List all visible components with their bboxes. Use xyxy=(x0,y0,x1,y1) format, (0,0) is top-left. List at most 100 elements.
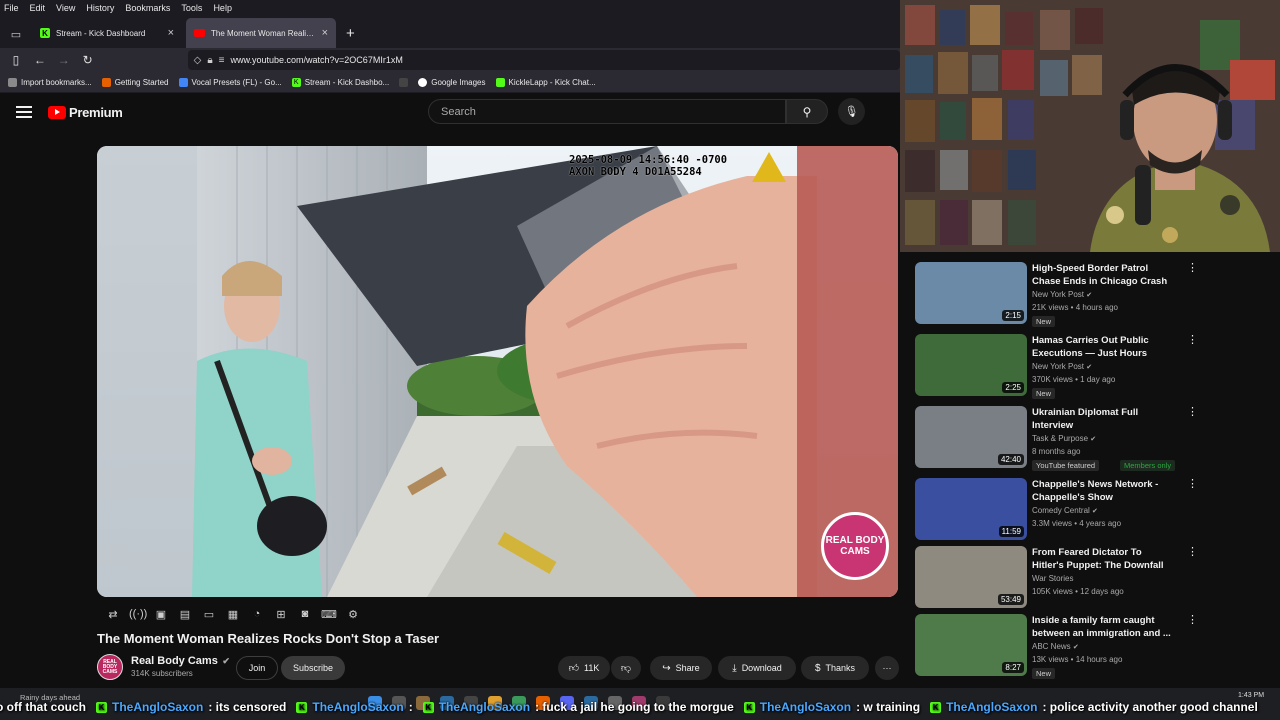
more-options-icon[interactable]: ⋮ xyxy=(1187,545,1198,558)
list-item[interactable]: 2:25 Hamas Carries Out Public Executions… xyxy=(915,328,1275,399)
menu-file[interactable]: File xyxy=(4,3,19,13)
thumbnail[interactable]: 53:49 xyxy=(915,546,1027,608)
axon-triangle-icon xyxy=(752,152,786,182)
add-icon[interactable]: ⊞ xyxy=(273,608,289,621)
keyboard-icon[interactable]: ⌨ xyxy=(321,608,337,621)
rec-channel-name[interactable]: War Stories xyxy=(1032,574,1074,583)
menu-edit[interactable]: Edit xyxy=(30,3,46,13)
rec-title[interactable]: Ukrainian Diplomat Full Interview xyxy=(1032,406,1174,432)
thumbnail[interactable]: 2:25 xyxy=(915,334,1027,396)
close-icon[interactable]: × xyxy=(322,27,328,39)
menu-icon[interactable] xyxy=(16,106,32,118)
tab-youtube-video[interactable]: The Moment Woman Realizes Rocks Don't St… xyxy=(186,18,336,48)
thanks-button[interactable]: $ Thanks xyxy=(801,656,869,680)
rec-channel[interactable]: New York Post ✔ xyxy=(1032,362,1092,371)
rec-channel[interactable]: Comedy Central ✔ xyxy=(1032,506,1098,515)
subscribe-button[interactable]: Subscribe xyxy=(281,656,345,680)
more-actions-button[interactable]: ··· xyxy=(875,656,899,680)
permissions-icon[interactable]: ≡ xyxy=(219,55,225,66)
more-options-icon[interactable]: ⋮ xyxy=(1187,613,1198,626)
tab-kick-dashboard[interactable]: K Stream - Kick Dashboard × xyxy=(32,18,182,48)
more-options-icon[interactable]: ⋮ xyxy=(1187,477,1198,490)
list-item[interactable]: 2:15 High-Speed Border Patrol Chase Ends… xyxy=(915,256,1275,327)
thumbnail[interactable]: 11:59 xyxy=(915,478,1027,540)
channel-watermark[interactable]: REAL BODY CAMS xyxy=(821,512,889,580)
speed-icon[interactable]: ◔ xyxy=(249,608,265,620)
kick-icon: K xyxy=(743,701,755,713)
menu-tools[interactable]: Tools xyxy=(181,3,202,13)
rec-channel[interactable]: Task & Purpose ✔ xyxy=(1032,434,1096,443)
bookmark-getting-started[interactable]: Getting Started xyxy=(101,77,169,87)
chat-username: TheAngloSaxon xyxy=(112,700,204,714)
rec-title[interactable]: Hamas Carries Out Public Executions — Ju… xyxy=(1032,334,1174,360)
rec-title[interactable]: Chappelle's News Network - Chappelle's S… xyxy=(1032,478,1174,504)
share-button[interactable]: ↪ Share xyxy=(650,656,712,680)
bookmark-google-images[interactable]: Google Images xyxy=(418,77,486,87)
rec-channel-name[interactable]: Task & Purpose xyxy=(1032,434,1088,443)
theater-icon[interactable]: ▭ xyxy=(201,608,217,621)
list-item[interactable]: 53:49 From Feared Dictator To Hitler's P… xyxy=(915,540,1275,608)
list-item[interactable]: 42:40 Ukrainian Diplomat Full Interview … xyxy=(915,400,1275,471)
more-options-icon[interactable]: ⋮ xyxy=(1187,261,1198,274)
channel-name-text[interactable]: Real Body Cams xyxy=(131,655,218,667)
bookmark-import[interactable]: Import bookmarks... xyxy=(8,77,92,87)
more-options-icon[interactable]: ⋮ xyxy=(1187,405,1198,418)
list-item[interactable]: 11:59 Chappelle's News Network - Chappel… xyxy=(915,472,1275,540)
thumbnail[interactable]: 2:15 xyxy=(915,262,1027,324)
rec-title[interactable]: From Feared Dictator To Hitler's Puppet:… xyxy=(1032,546,1174,572)
download-button[interactable]: ⤓ Download xyxy=(718,656,796,680)
join-button[interactable]: Join xyxy=(236,656,278,680)
rec-channel-name[interactable]: Comedy Central xyxy=(1032,506,1090,515)
search-button[interactable]: ⚲ xyxy=(786,99,828,124)
rec-channel[interactable]: New York Post ✔ xyxy=(1032,290,1092,299)
reload-icon[interactable]: ↻ xyxy=(78,50,98,70)
more-options-icon[interactable]: ⋮ xyxy=(1187,333,1198,346)
settings-icon[interactable]: ⚙ xyxy=(345,608,361,621)
back-arrow-icon[interactable]: ← xyxy=(30,50,50,70)
channel-name[interactable]: Real Body Cams ✔ xyxy=(131,655,230,667)
search-input[interactable]: Search xyxy=(428,99,786,124)
sidebar-toggle-icon[interactable]: ▯ xyxy=(6,50,26,70)
tab-overview-icon[interactable]: ▭ xyxy=(4,20,28,48)
menu-history[interactable]: History xyxy=(86,3,114,13)
rec-title[interactable]: High-Speed Border Patrol Chase Ends in C… xyxy=(1032,262,1174,288)
forward-arrow-icon[interactable]: → xyxy=(54,50,74,70)
miniplayer-icon[interactable]: ▦ xyxy=(225,608,241,621)
thumbnail[interactable]: 8:27 xyxy=(915,614,1027,676)
thumbnail[interactable]: 42:40 xyxy=(915,406,1027,468)
rec-channel[interactable]: ABC News ✔ xyxy=(1032,642,1079,651)
like-count: 11K xyxy=(584,663,600,673)
new-tab-button[interactable]: + xyxy=(336,25,365,48)
audio-icon[interactable]: ((·)) xyxy=(129,608,147,620)
shield-icon[interactable]: ◇ xyxy=(194,55,202,66)
bookmark-stream-kick[interactable]: K Stream - Kick Dashbo... xyxy=(291,77,389,87)
menu-view[interactable]: View xyxy=(56,3,75,13)
url-text[interactable]: www.youtube.com/watch?v=2OC67MIr1xM xyxy=(231,55,403,65)
url-bar[interactable]: ◇ 🔒︎ ≡ www.youtube.com/watch?v=2OC67MIr1… xyxy=(187,50,901,70)
channel-avatar[interactable]: REAL BODY CAMS xyxy=(97,654,123,680)
close-icon[interactable]: × xyxy=(168,27,174,39)
like-button[interactable]: 👍︎ 11K xyxy=(558,656,610,680)
screenshot-icon[interactable]: ▣ xyxy=(153,608,169,621)
bookmark-vocal-presets[interactable]: Vocal Presets (FL) - Go... xyxy=(178,77,282,87)
subscriber-count: 314K subscribers xyxy=(131,669,193,678)
list-item[interactable]: 8:27 Inside a family farm caught between… xyxy=(915,608,1275,679)
bookmark-kicklelapp[interactable]: KickleLapp - Kick Chat... xyxy=(495,77,596,87)
menu-help[interactable]: Help xyxy=(213,3,232,13)
new-badge: New xyxy=(1032,316,1056,327)
rec-channel-name[interactable]: ABC News xyxy=(1032,642,1071,651)
voice-search-button[interactable]: 🎙︎ xyxy=(838,98,865,125)
bookmark-s[interactable]: S xyxy=(399,77,409,87)
clip-icon[interactable]: ▤ xyxy=(177,608,193,621)
lock-icon[interactable]: 🔒︎ xyxy=(207,55,212,66)
rec-channel[interactable]: War Stories xyxy=(1032,574,1074,583)
rec-channel-name[interactable]: New York Post xyxy=(1032,362,1084,371)
menu-bookmarks[interactable]: Bookmarks xyxy=(125,3,170,13)
video-player[interactable]: 2025-08-09 14:56:40 -0700 AXON BODY 4 D0… xyxy=(97,146,898,597)
camera-icon[interactable]: ◙ xyxy=(297,608,313,620)
youtube-logo[interactable]: Premium xyxy=(48,105,123,120)
dislike-button[interactable]: 👎︎ xyxy=(611,656,641,680)
rec-channel-name[interactable]: New York Post xyxy=(1032,290,1084,299)
rec-title[interactable]: Inside a family farm caught between an i… xyxy=(1032,614,1174,640)
loop-icon[interactable]: ⇄ xyxy=(105,608,121,621)
